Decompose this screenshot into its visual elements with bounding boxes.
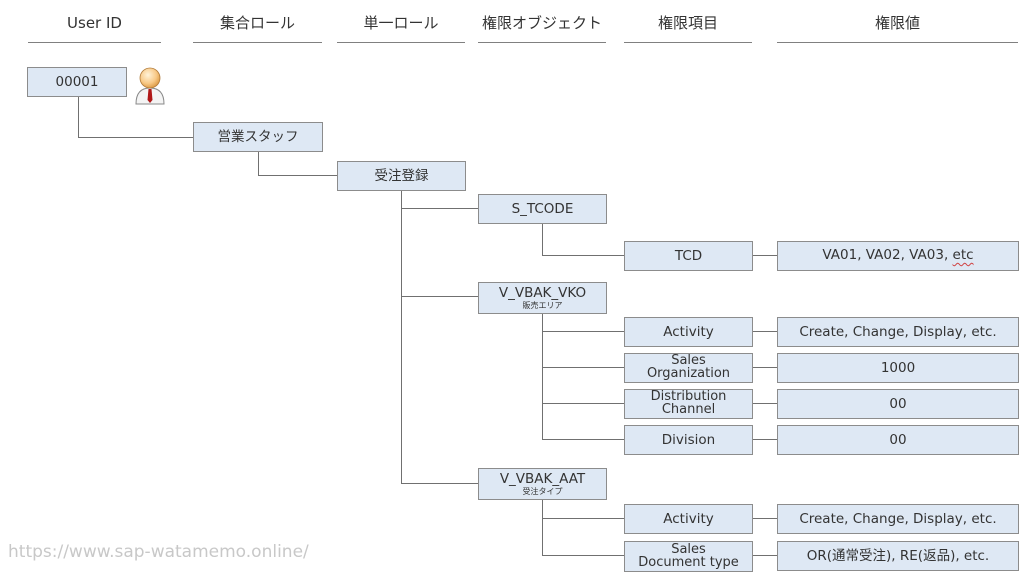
auth-object-box: V_VBAK_VKO 販売エリア (478, 282, 607, 314)
user-id-box: 00001 (27, 67, 127, 97)
connector (258, 152, 259, 176)
auth-field-box: Sales Organization (624, 353, 753, 383)
composite-role-text: 営業スタッフ (217, 128, 299, 145)
auth-field-text: Division (661, 431, 716, 448)
auth-value-text: OR(通常受注), RE(返品), etc. (806, 547, 990, 564)
connector (542, 439, 624, 440)
auth-field-text-line2: Document type (638, 554, 739, 570)
header-auth-value: 権限値 (874, 14, 920, 32)
auth-value-text: Create, Change, Display, etc. (799, 323, 997, 340)
auth-field-box: Distribution Channel (624, 389, 753, 419)
header-auth-object: 権限オブジェクト (481, 14, 602, 32)
auth-field-box: Activity (624, 317, 753, 347)
auth-value-text: VA01, VA02, VA03, (822, 247, 953, 263)
auth-value-box: Create, Change, Display, etc. (777, 504, 1019, 534)
auth-value-box: 00 (777, 425, 1019, 455)
auth-value-box: VA01, VA02, VA03, etc (777, 241, 1019, 271)
auth-field-box: Division (624, 425, 753, 455)
auth-field-box: Sales Document type (624, 541, 753, 572)
header-divider (337, 42, 465, 43)
connector (542, 224, 543, 256)
connector (542, 255, 624, 256)
auth-value-text: Create, Change, Display, etc. (799, 510, 997, 527)
header-divider (478, 42, 606, 43)
auth-object-subtitle: 受注タイプ (522, 486, 563, 496)
auth-field-box: Activity (624, 504, 753, 534)
header-auth-field: 権限項目 (657, 14, 718, 32)
header-divider (777, 42, 1018, 43)
connector (542, 367, 624, 368)
connector (753, 555, 777, 556)
single-role-text: 受注登録 (374, 167, 429, 184)
connector (542, 331, 624, 332)
auth-object-name: V_VBAK_VKO (498, 285, 587, 302)
connector (542, 518, 624, 519)
auth-value-etc-text: etc (952, 247, 974, 263)
auth-field-text: Activity (663, 323, 714, 340)
header-divider (28, 42, 161, 43)
connector (753, 518, 777, 519)
connector (753, 403, 777, 404)
header-user-id: User ID (67, 14, 122, 32)
auth-value-text: 1000 (880, 359, 916, 376)
header-composite-role: 集合ロール (219, 14, 295, 32)
connector (78, 97, 79, 138)
watermark-url: https://www.sap-watamemo.online/ (8, 542, 309, 562)
connector (753, 331, 777, 332)
connector (753, 439, 777, 440)
connector (401, 208, 478, 209)
connector (542, 555, 624, 556)
auth-field-text: Activity (663, 510, 714, 527)
auth-field-text-line2: Organization (646, 366, 731, 381)
auth-value-text: 00 (889, 395, 907, 412)
auth-object-name: V_VBAK_AAT (499, 471, 586, 488)
auth-object-name: S_TCODE (511, 200, 574, 217)
connector (401, 483, 478, 484)
auth-object-box: V_VBAK_AAT 受注タイプ (478, 468, 607, 500)
user-avatar-icon (135, 67, 165, 105)
connector (401, 191, 402, 484)
header-divider (624, 42, 752, 43)
connector (542, 403, 624, 404)
composite-role-box: 営業スタッフ (193, 122, 323, 152)
auth-value-box: Create, Change, Display, etc. (777, 317, 1019, 347)
single-role-box: 受注登録 (337, 161, 466, 191)
auth-value-box: 1000 (777, 353, 1019, 383)
connector (753, 367, 777, 368)
connector (78, 137, 193, 138)
connector (401, 296, 478, 297)
connector (542, 500, 543, 556)
auth-field-box: TCD (624, 241, 753, 271)
user-id-text: 00001 (55, 73, 99, 90)
connector (753, 255, 777, 256)
auth-value-box: 00 (777, 389, 1019, 419)
auth-value-box: OR(通常受注), RE(返品), etc. (777, 541, 1019, 571)
auth-value-text: 00 (889, 431, 907, 448)
auth-field-text-line2: Channel (661, 402, 716, 417)
connector (542, 314, 543, 439)
auth-field-text: TCD (674, 247, 703, 264)
auth-object-box: S_TCODE (478, 194, 607, 224)
auth-object-subtitle: 販売エリア (522, 300, 563, 310)
header-single-role: 単一ロール (363, 14, 439, 32)
header-divider (193, 42, 322, 43)
connector (258, 175, 337, 176)
